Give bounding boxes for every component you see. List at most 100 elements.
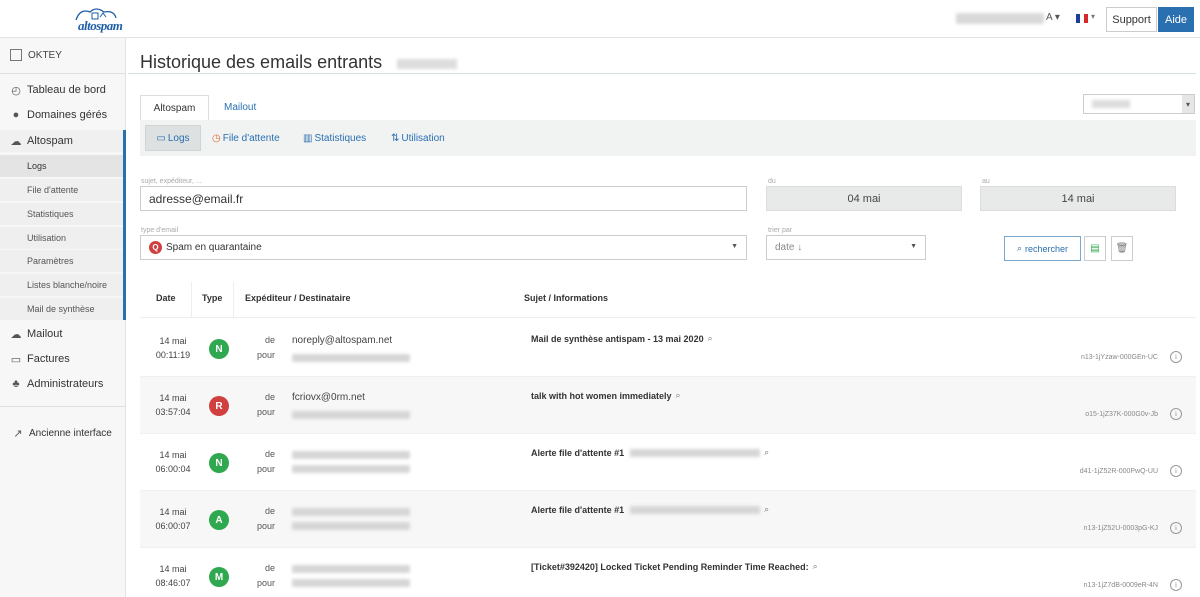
search-icon[interactable]: ⌕ bbox=[764, 504, 769, 515]
subnav-stats[interactable]: ▥ Statistiques bbox=[303, 125, 366, 151]
col-date[interactable]: Date bbox=[156, 293, 176, 303]
list-icon: ▭ bbox=[156, 132, 166, 144]
language-caret-icon[interactable]: ▾ bbox=[1091, 12, 1095, 21]
chevron-down-icon: ▼ bbox=[910, 243, 917, 250]
recipient-address-blurred bbox=[292, 522, 410, 530]
search-icon[interactable]: ⌕ bbox=[676, 390, 681, 401]
tab-mailout[interactable]: Mailout bbox=[212, 95, 268, 120]
search-icon[interactable]: ⌕ bbox=[764, 447, 769, 458]
user-name-blurred[interactable] bbox=[956, 13, 1044, 24]
row-time: 00:11:19 bbox=[155, 350, 191, 360]
from-word: de bbox=[264, 506, 275, 516]
info-icon[interactable]: i bbox=[1170, 465, 1182, 477]
from-date-field[interactable]: 04 mai bbox=[766, 186, 962, 211]
altospam-logo[interactable]: altospam bbox=[70, 4, 130, 34]
table-row[interactable]: 14 mai 06:00:04 N de pour Alerte file d'… bbox=[140, 434, 1196, 491]
sidebar: OKTEY ◴ Tableau de bord ● Domaines gérés… bbox=[0, 38, 126, 597]
excel-file-icon: ▤ bbox=[1090, 243, 1100, 254]
sidebar-item-label: Ancienne interface bbox=[29, 427, 112, 439]
globe-icon: ● bbox=[12, 109, 20, 121]
to-date-field[interactable]: 14 mai bbox=[980, 186, 1176, 211]
sidebar-subitem-digest[interactable]: Mail de synthèse bbox=[0, 298, 126, 320]
info-icon[interactable]: i bbox=[1170, 408, 1182, 420]
address-cell bbox=[292, 447, 410, 473]
subnav-usage[interactable]: ⇅ Utilisation bbox=[391, 125, 445, 151]
row-time: 06:00:04 bbox=[155, 464, 191, 474]
sidebar-item-label: Domaines gérés bbox=[27, 109, 108, 121]
subnav-label: Utilisation bbox=[401, 132, 445, 144]
type-badge: A bbox=[209, 510, 229, 530]
subnav-label: Logs bbox=[167, 132, 190, 144]
sidebar-subitem-settings[interactable]: Paramètres bbox=[0, 250, 126, 272]
sidebar-subitem-logs[interactable]: Logs bbox=[0, 155, 126, 177]
export-excel-button[interactable]: ▤ bbox=[1084, 236, 1106, 261]
message-id: n13-1jZ7dB-0009eR-4N bbox=[1083, 582, 1158, 589]
french-flag-icon[interactable] bbox=[1076, 14, 1088, 23]
sidebar-item-altospam[interactable]: ☁ Altospam bbox=[0, 130, 126, 152]
type-badge: N bbox=[209, 453, 229, 473]
sidebar-item-mailout[interactable]: ☁ Mailout bbox=[0, 323, 126, 345]
search-button-label: rechercher bbox=[1025, 243, 1069, 254]
table-header: Date Type Expéditeur / Destinataire Suje… bbox=[140, 282, 1196, 318]
message-id: o15-1jZ37K-000G0v-Jb bbox=[1085, 411, 1158, 418]
subject-cell[interactable]: Alerte file d'attente #1 ⌕ bbox=[531, 447, 769, 458]
col-sender-recipient[interactable]: Expéditeur / Destinataire bbox=[245, 293, 351, 303]
search-input[interactable] bbox=[140, 186, 747, 211]
table-row[interactable]: 14 mai 06:00:07 A de pour Alerte file d'… bbox=[140, 491, 1196, 548]
sidebar-subitem-lists[interactable]: Listes blanche/noire bbox=[0, 274, 126, 296]
subject-cell[interactable]: [Ticket#392420] Locked Ticket Pending Re… bbox=[531, 561, 818, 572]
row-date: 14 mai bbox=[159, 564, 187, 574]
tab-altospam[interactable]: Altospam bbox=[140, 95, 209, 120]
sidebar-item-label: Altospam bbox=[27, 135, 73, 147]
subject-text: Alerte file d'attente #1 bbox=[531, 447, 625, 458]
subject-cell[interactable]: Mail de synthèse antispam - 13 mai 2020 … bbox=[531, 333, 713, 344]
sidebar-org[interactable]: OKTEY bbox=[0, 44, 126, 66]
sidebar-subitem-stats[interactable]: Statistiques bbox=[0, 203, 126, 225]
from-date-label: du bbox=[768, 178, 776, 185]
user-menu-caret[interactable]: A ▾ bbox=[1046, 12, 1060, 23]
sidebar-subitem-usage[interactable]: Utilisation bbox=[0, 227, 126, 249]
row-time: 06:00:07 bbox=[155, 521, 191, 531]
search-icon[interactable]: ⌕ bbox=[813, 561, 818, 572]
help-button[interactable]: Aide bbox=[1158, 7, 1194, 32]
sender-address-blurred bbox=[292, 508, 410, 516]
sidebar-subitem-queue[interactable]: File d'attente bbox=[0, 179, 126, 201]
sidebar-divider bbox=[0, 73, 126, 74]
subject-text: [Ticket#392420] Locked Ticket Pending Re… bbox=[531, 561, 809, 572]
search-icon[interactable]: ⌕ bbox=[708, 333, 713, 344]
search-button[interactable]: ⌕ rechercher bbox=[1004, 236, 1081, 261]
sidebar-item-old-interface[interactable]: ↗ Ancienne interface bbox=[0, 422, 126, 444]
sort-select[interactable]: date ↓ ▼ bbox=[766, 235, 926, 260]
address-cell bbox=[292, 504, 410, 530]
table-row[interactable]: 14 mai 00:11:19 N de pour noreply@altosp… bbox=[140, 320, 1196, 377]
column-divider bbox=[233, 282, 234, 318]
from-word: de bbox=[264, 335, 275, 345]
info-icon[interactable]: i bbox=[1170, 351, 1182, 363]
email-type-select[interactable]: Q Spam en quarantaine ▼ bbox=[140, 235, 747, 260]
row-date-cell: 14 mai 03:57:04 bbox=[148, 391, 198, 419]
col-type[interactable]: Type bbox=[202, 293, 222, 303]
address-cell: noreply@altospam.net bbox=[292, 333, 410, 362]
from-word: de bbox=[264, 449, 275, 459]
sidebar-item-domains[interactable]: ● Domaines gérés bbox=[0, 104, 126, 126]
table-row[interactable]: 14 mai 08:46:07 M de pour [Ticket#392420… bbox=[140, 548, 1196, 597]
subnav-queue[interactable]: ◷ File d'attente bbox=[212, 125, 280, 151]
top-bar: altospam A ▾ ▾ Support Aide bbox=[0, 0, 1200, 38]
recipient-address-blurred bbox=[292, 465, 410, 473]
sidebar-item-invoices[interactable]: ▭ Factures bbox=[0, 348, 126, 370]
domain-select[interactable]: ▾ bbox=[1083, 94, 1195, 114]
subject-cell[interactable]: Alerte file d'attente #1 ⌕ bbox=[531, 504, 769, 515]
sidebar-item-label: Tableau de bord bbox=[27, 84, 106, 96]
support-button[interactable]: Support bbox=[1106, 7, 1157, 32]
sidebar-item-admins[interactable]: ♣ Administrateurs bbox=[0, 373, 126, 395]
info-icon[interactable]: i bbox=[1170, 579, 1182, 591]
subject-cell[interactable]: talk with hot women immediately ⌕ bbox=[531, 390, 681, 401]
delete-button[interactable]: 🗑 bbox=[1111, 236, 1133, 261]
info-icon[interactable]: i bbox=[1170, 522, 1182, 534]
sidebar-item-dashboard[interactable]: ◴ Tableau de bord bbox=[0, 79, 126, 101]
subnav-logs[interactable]: ▭ Logs bbox=[145, 125, 201, 151]
col-subject[interactable]: Sujet / Informations bbox=[524, 293, 608, 303]
sidebar-active-indicator bbox=[123, 130, 126, 320]
to-word: pour bbox=[256, 464, 275, 474]
table-row[interactable]: 14 mai 03:57:04 R de pour fcriovx@0rm.ne… bbox=[140, 377, 1196, 434]
